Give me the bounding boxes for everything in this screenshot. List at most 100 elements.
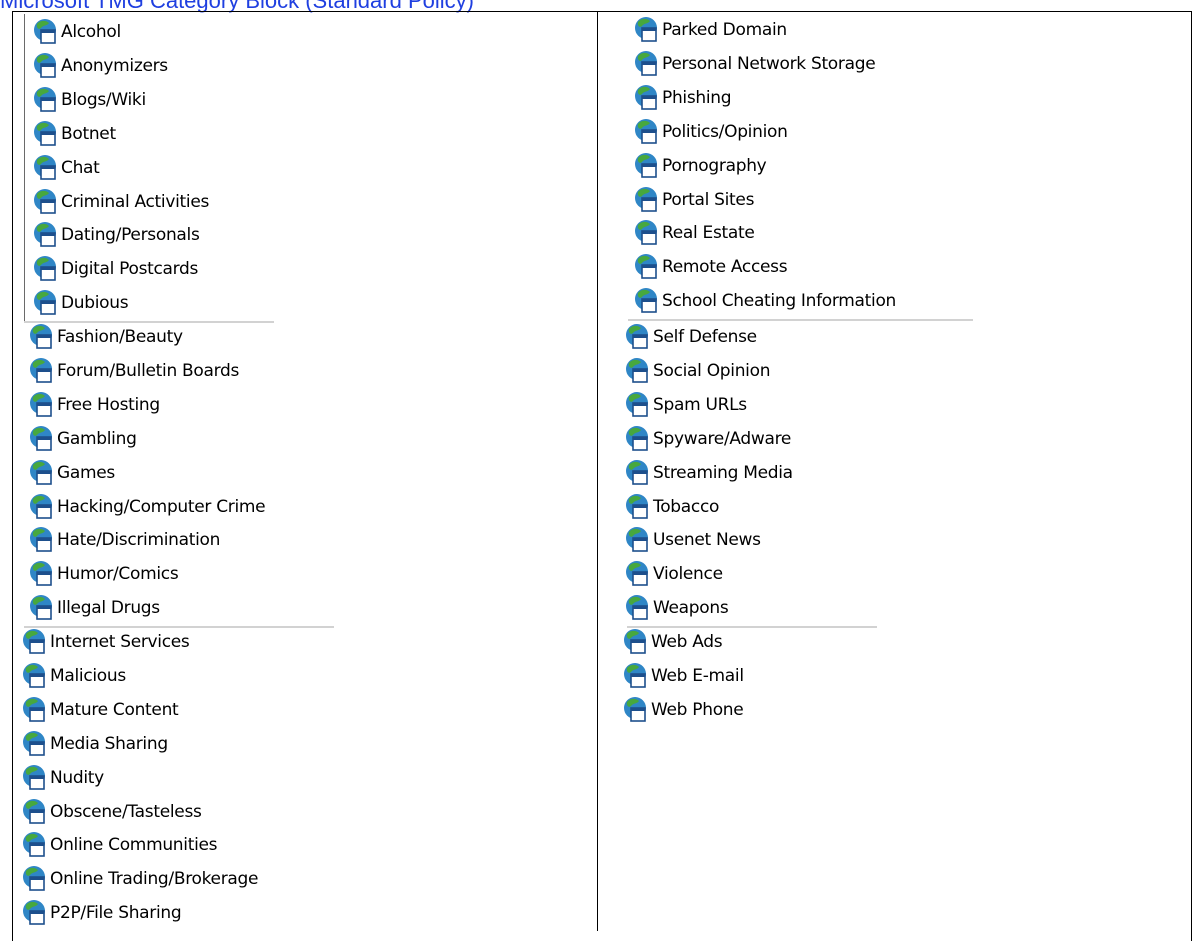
- list-item[interactable]: Dating/Personals: [32, 221, 200, 249]
- url-category-globe-icon: [624, 391, 652, 419]
- list-item-label: P2P/File Sharing: [50, 903, 182, 924]
- list-item-label: Remote Access: [662, 257, 788, 278]
- list-item[interactable]: Real Estate: [633, 219, 755, 247]
- list-item[interactable]: Malicious: [21, 662, 126, 690]
- list-item[interactable]: Parked Domain: [633, 16, 787, 44]
- list-item[interactable]: Social Opinion: [624, 357, 770, 385]
- list-item[interactable]: Illegal Drugs: [28, 594, 160, 622]
- url-category-globe-icon: [28, 391, 56, 419]
- list-item-label: Online Communities: [50, 835, 218, 856]
- url-category-globe-icon: [28, 425, 56, 453]
- list-item[interactable]: Weapons: [624, 594, 729, 622]
- list-item-label: Online Trading/Brokerage: [50, 869, 259, 890]
- list-item[interactable]: Politics/Opinion: [633, 118, 788, 146]
- group-separator: [628, 319, 973, 322]
- list-item[interactable]: Portal Sites: [633, 186, 754, 214]
- list-item[interactable]: Free Hosting: [28, 391, 160, 419]
- list-item-label: Politics/Opinion: [662, 121, 788, 142]
- url-category-globe-icon: [21, 831, 49, 859]
- list-item[interactable]: Usenet News: [624, 526, 761, 554]
- list-item-label: Phishing: [662, 87, 732, 108]
- list-item[interactable]: Web Ads: [622, 628, 723, 656]
- url-category-globe-icon: [633, 152, 661, 180]
- url-category-globe-icon: [21, 764, 49, 792]
- list-item[interactable]: Gambling: [28, 425, 137, 453]
- list-item[interactable]: Hacking/Computer Crime: [28, 493, 266, 521]
- url-category-globe-icon: [624, 594, 652, 622]
- list-item-label: Spam URLs: [653, 394, 747, 415]
- url-category-globe-icon: [624, 323, 652, 351]
- list-item[interactable]: Streaming Media: [624, 459, 793, 487]
- list-item[interactable]: Criminal Activities: [32, 188, 209, 216]
- url-category-globe-icon: [624, 425, 652, 453]
- list-item-label: Chat: [61, 157, 100, 178]
- url-category-globe-icon: [28, 459, 56, 487]
- list-item-label: Criminal Activities: [61, 191, 210, 212]
- list-item-label: Humor/Comics: [57, 564, 179, 585]
- list-item[interactable]: Remote Access: [633, 253, 788, 281]
- url-category-globe-icon: [624, 459, 652, 487]
- list-item[interactable]: Anonymizers: [32, 52, 168, 80]
- url-category-globe-icon: [633, 16, 661, 44]
- list-item[interactable]: Pornography: [633, 152, 767, 180]
- url-category-globe-icon: [633, 84, 661, 112]
- list-item[interactable]: Obscene/Tasteless: [21, 798, 202, 826]
- url-category-globe-icon: [32, 18, 60, 46]
- list-item[interactable]: Web Phone: [622, 696, 744, 724]
- list-item[interactable]: Internet Services: [21, 628, 190, 656]
- list-item[interactable]: Online Trading/Brokerage: [21, 865, 258, 893]
- url-category-globe-icon: [32, 255, 60, 283]
- list-item-label: Anonymizers: [61, 55, 168, 76]
- list-item-label: Obscene/Tasteless: [50, 801, 202, 822]
- list-item-label: Web Phone: [651, 699, 744, 720]
- list-item-label: Real Estate: [662, 223, 755, 244]
- url-category-globe-icon: [633, 287, 661, 315]
- url-category-globe-icon: [21, 662, 49, 690]
- list-item[interactable]: Violence: [624, 560, 723, 588]
- list-item[interactable]: Spyware/Adware: [624, 425, 791, 453]
- url-category-globe-icon: [28, 357, 56, 385]
- list-item[interactable]: Blogs/Wiki: [32, 86, 146, 114]
- list-item[interactable]: Self Defense: [624, 323, 757, 351]
- list-item[interactable]: Humor/Comics: [28, 560, 179, 588]
- list-item[interactable]: Fashion/Beauty: [28, 323, 183, 351]
- list-item[interactable]: Chat: [32, 154, 100, 182]
- list-item[interactable]: Botnet: [32, 120, 116, 148]
- list-item[interactable]: School Cheating Information: [633, 287, 896, 315]
- list-item[interactable]: Tobacco: [624, 493, 719, 521]
- list-item[interactable]: Hate/Discrimination: [28, 526, 220, 554]
- url-category-globe-icon: [633, 50, 661, 78]
- url-category-globe-icon: [28, 560, 56, 588]
- list-item-label: Streaming Media: [653, 462, 793, 483]
- list-item[interactable]: Forum/Bulletin Boards: [28, 357, 239, 385]
- list-item[interactable]: Mature Content: [21, 696, 179, 724]
- list-item[interactable]: Personal Network Storage: [633, 50, 876, 78]
- list-item-label: Alcohol: [61, 22, 121, 42]
- list-item[interactable]: Dubious: [32, 289, 129, 317]
- list-item[interactable]: Media Sharing: [21, 730, 168, 758]
- list-item[interactable]: Nudity: [21, 764, 104, 792]
- list-item[interactable]: Digital Postcards: [32, 255, 198, 283]
- list-item-label: Dating/Personals: [61, 225, 200, 246]
- list-item-label: Malicious: [50, 665, 126, 686]
- list-item-label: Social Opinion: [653, 360, 771, 381]
- list-item[interactable]: Alcohol: [32, 18, 121, 46]
- url-category-globe-icon: [633, 118, 661, 146]
- list-item-label: Media Sharing: [50, 733, 168, 754]
- list-item-label: Botnet: [61, 123, 116, 144]
- url-category-globe-icon: [32, 221, 60, 249]
- list-item[interactable]: Games: [28, 459, 115, 487]
- list-item-label: Blogs/Wiki: [61, 89, 146, 110]
- list-item[interactable]: Spam URLs: [624, 391, 747, 419]
- url-category-globe-icon: [28, 323, 56, 351]
- url-category-globe-icon: [28, 493, 56, 521]
- url-category-globe-icon: [32, 52, 60, 80]
- list-item[interactable]: Web E-mail: [622, 662, 744, 690]
- list-item[interactable]: P2P/File Sharing: [21, 899, 182, 927]
- list-item-label: Pornography: [662, 155, 767, 176]
- list-item-label: Fashion/Beauty: [57, 327, 183, 347]
- list-item[interactable]: Online Communities: [21, 831, 218, 859]
- url-category-globe-icon: [21, 865, 49, 893]
- list-item[interactable]: Phishing: [633, 84, 732, 112]
- url-category-globe-icon: [28, 526, 56, 554]
